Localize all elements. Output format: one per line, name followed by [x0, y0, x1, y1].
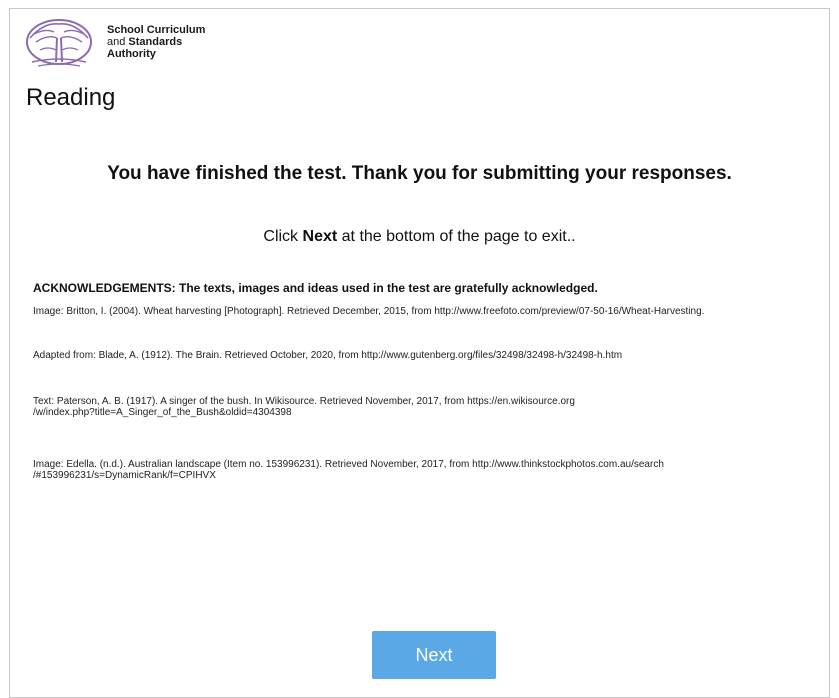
exit-instruction-prefix: Click	[263, 228, 299, 245]
finished-message: You have finished the test. Thank you fo…	[107, 163, 732, 184]
tree-logo-icon	[26, 19, 92, 67]
exit-instruction-bold: Next	[302, 228, 338, 245]
acknowledgement-item: Image: Edella. (n.d.). Australian landsc…	[33, 459, 664, 481]
org-name-line2: and Standards	[107, 36, 183, 48]
acknowledgements-heading: ACKNOWLEDGEMENTS: The texts, images and …	[33, 281, 598, 295]
org-name-line1: School Curriculum	[107, 24, 206, 36]
acknowledgement-item: Text: Paterson, A. B. (1917). A singer o…	[33, 396, 575, 418]
acknowledgement-item: Image: Britton, I. (2004). Wheat harvest…	[33, 306, 705, 317]
exit-instruction-suffix: at the bottom of the page to exit..	[341, 228, 576, 245]
acknowledgement-item: Adapted from: Blade, A. (1912). The Brai…	[33, 350, 623, 361]
org-name: School Curriculum and Standards Authorit…	[107, 24, 205, 60]
org-name-line3: Authority	[107, 48, 156, 60]
page-title: Reading	[26, 84, 116, 111]
exit-instruction: Click Next at the bottom of the page to …	[0, 228, 839, 246]
next-button[interactable]: Next	[372, 631, 496, 679]
